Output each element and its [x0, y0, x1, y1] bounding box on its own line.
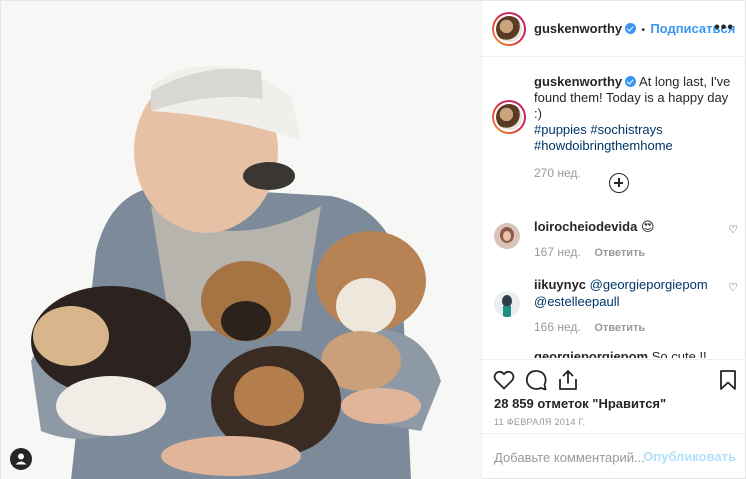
- comments-list[interactable]: guskenworthy At long last, I've found th…: [482, 58, 746, 358]
- likes-count[interactable]: 28 859 отметок "Нравится": [494, 396, 666, 411]
- comment-age[interactable]: 166 нед.: [534, 320, 581, 334]
- caption: guskenworthy At long last, I've found th…: [534, 74, 734, 181]
- comment-text: 😍: [640, 219, 655, 234]
- dot-separator: •: [641, 25, 645, 36]
- post-header: guskenworthy • Подписаться •••: [482, 1, 746, 57]
- user-tag-icon[interactable]: [10, 448, 32, 470]
- caption-avatar[interactable]: [492, 100, 526, 134]
- author-username[interactable]: guskenworthy: [534, 21, 622, 36]
- more-options-icon[interactable]: •••: [714, 19, 734, 37]
- comment-item: georgieporgiepom So cute !!: [534, 348, 734, 358]
- bookmark-icon[interactable]: [716, 368, 740, 392]
- hashtag-link[interactable]: #sochistrays: [590, 122, 662, 137]
- comment-like-icon[interactable]: ♡: [728, 223, 738, 236]
- mention-link[interactable]: @estelleepaull: [534, 294, 619, 309]
- mention-link[interactable]: @georgieporgiepom: [590, 277, 708, 292]
- post-photo[interactable]: [1, 1, 481, 479]
- header-author-line: guskenworthy • Подписаться: [534, 21, 735, 36]
- verified-icon: [625, 76, 637, 87]
- comment-meta: 167 нед. Ответить: [534, 243, 734, 262]
- comment-text: So cute !!: [651, 349, 707, 358]
- heart-icon[interactable]: [492, 368, 516, 392]
- add-comment-bar: Опубликовать: [482, 433, 746, 479]
- publish-button[interactable]: Опубликовать: [643, 449, 736, 464]
- comment-icon[interactable]: [524, 368, 548, 392]
- comment-like-icon[interactable]: ♡: [728, 281, 738, 294]
- post-sidebar: guskenworthy • Подписаться ••• guskenwor…: [481, 1, 746, 479]
- comment-item: loirocheiodevida 😍 167 нед. Ответить: [534, 218, 734, 262]
- post-date[interactable]: 11 ФЕВРАЛЯ 2014 Г.: [494, 417, 585, 427]
- share-icon[interactable]: [556, 368, 580, 392]
- author-avatar[interactable]: [492, 12, 526, 46]
- post-actions: 28 859 отметок "Нравится" 11 ФЕВРАЛЯ 201…: [482, 359, 746, 433]
- instagram-post: guskenworthy • Подписаться ••• guskenwor…: [0, 0, 746, 479]
- caption-username[interactable]: guskenworthy: [534, 74, 622, 89]
- reply-button[interactable]: Ответить: [594, 247, 645, 259]
- hashtag-link[interactable]: #howdoibringthemhome: [534, 138, 673, 153]
- reply-button[interactable]: Ответить: [594, 322, 645, 334]
- comment-input[interactable]: [494, 446, 644, 468]
- hashtag-link[interactable]: #puppies: [534, 122, 587, 137]
- plus-circle-icon[interactable]: [609, 173, 629, 193]
- commenter-avatar[interactable]: [494, 291, 520, 317]
- comment-age[interactable]: 167 нед.: [534, 245, 581, 259]
- caption-age[interactable]: 270 нед.: [534, 165, 734, 181]
- comment-item: iikuynyc @georgieporgiepom @estelleepaul…: [534, 276, 734, 337]
- commenter-avatar[interactable]: [494, 223, 520, 249]
- comment-username[interactable]: georgieporgiepom: [534, 349, 648, 358]
- verified-icon: [625, 23, 637, 34]
- comment-username[interactable]: loirocheiodevida: [534, 219, 637, 234]
- photo-illustration: [1, 1, 481, 479]
- comment-meta: 166 нед. Ответить: [534, 318, 734, 337]
- comment-username[interactable]: iikuynyc: [534, 277, 586, 292]
